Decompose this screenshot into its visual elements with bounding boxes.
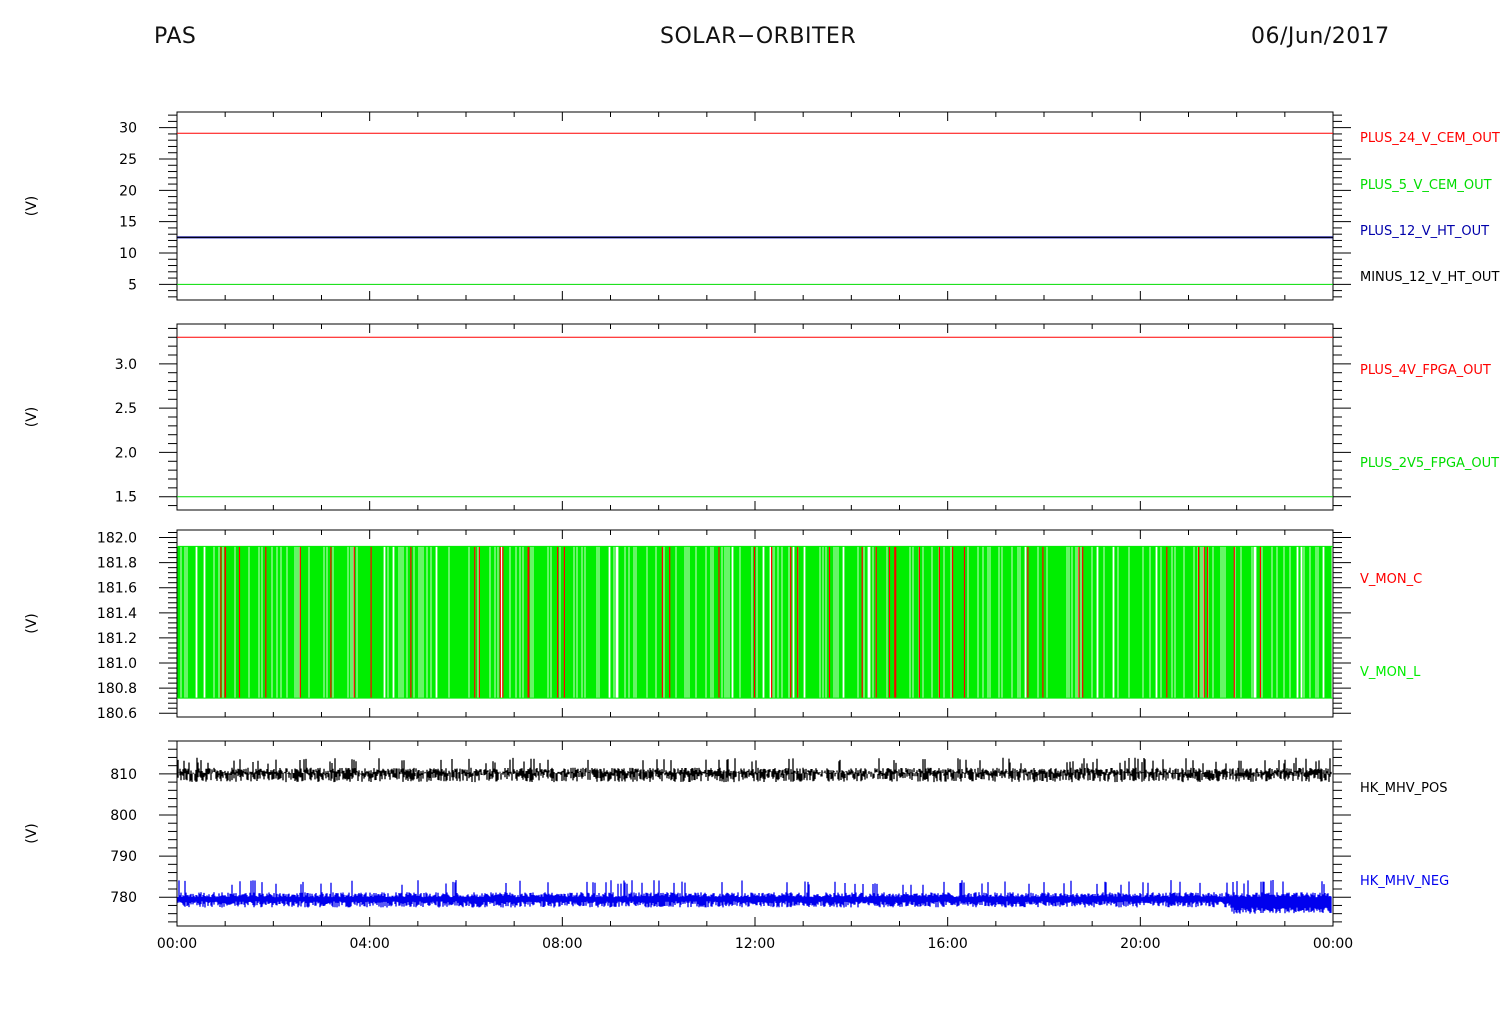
- x-tick-label: 08:00: [542, 936, 582, 952]
- x-tick-label: 00:00: [157, 936, 197, 952]
- x-tick-label: 20:00: [1120, 936, 1160, 952]
- y-tick-label: 3.0: [115, 357, 137, 373]
- legend-label: PLUS_4V_FPGA_OUT: [1360, 363, 1491, 378]
- panel-frame: [176, 111, 1334, 301]
- x-tick-label: 16:00: [927, 936, 967, 952]
- legend-label: PLUS_2V5_FPGA_OUT: [1360, 456, 1499, 471]
- y-tick-label: 1.5: [115, 490, 137, 506]
- y-tick-label: 180.8: [97, 681, 137, 697]
- legend-label: V_MON_C: [1360, 572, 1422, 587]
- x-tick-label: 12:00: [735, 936, 775, 952]
- y-tick-label: 30: [119, 121, 137, 137]
- housekeeping-chart: 5 10 15 20 25 30 (V) PLUS_24_V_CEM_OUT PLUS_5_V_…: [24, 111, 1500, 952]
- legend-label: MINUS_12_V_HT_OUT: [1360, 270, 1499, 285]
- y-tick-label: 182.0: [97, 531, 137, 547]
- y-axis-label: (V): [24, 823, 40, 844]
- y-tick-label: 10: [119, 246, 137, 262]
- y-tick-label: 780: [110, 890, 137, 906]
- y-axis-label: (V): [24, 407, 40, 428]
- hk-mhv-pos-trace: [177, 757, 1332, 783]
- y-tick-label: 180.6: [97, 706, 137, 722]
- legend-label: PLUS_12_V_HT_OUT: [1360, 224, 1489, 239]
- y-axis-label: (V): [24, 613, 40, 634]
- y-tick-label: 181.6: [97, 581, 137, 597]
- y-tick-label: 181.2: [97, 631, 137, 647]
- y-tick-label: 790: [110, 849, 137, 865]
- y-tick-label: 2.5: [115, 401, 137, 417]
- y-tick-label: 810: [110, 767, 137, 783]
- legend-label: HK_MHV_POS: [1360, 781, 1448, 796]
- y-tick-label: 181.4: [97, 606, 137, 622]
- legend-label: PLUS_5_V_CEM_OUT: [1360, 178, 1492, 193]
- y-tick-label: 181.0: [97, 656, 137, 672]
- y-tick-label: 181.8: [97, 556, 137, 572]
- legend-label: HK_MHV_NEG: [1360, 874, 1449, 889]
- y-tick-label: 2.0: [115, 445, 137, 461]
- y-tick-label: 5: [128, 277, 137, 293]
- panel-frame: [176, 323, 1334, 511]
- legend-label: V_MON_L: [1360, 665, 1421, 680]
- y-axis-label: (V): [24, 196, 40, 217]
- x-tick-label: 04:00: [349, 936, 389, 952]
- y-tick-label: 800: [110, 808, 137, 824]
- y-tick-label: 25: [119, 152, 137, 168]
- y-tick-label: 15: [119, 215, 137, 231]
- legend-label: PLUS_24_V_CEM_OUT: [1360, 131, 1500, 146]
- x-tick-label: 00:00: [1313, 936, 1353, 952]
- y-tick-label: 20: [119, 183, 137, 199]
- hk-mhv-neg-trace: [177, 880, 1332, 914]
